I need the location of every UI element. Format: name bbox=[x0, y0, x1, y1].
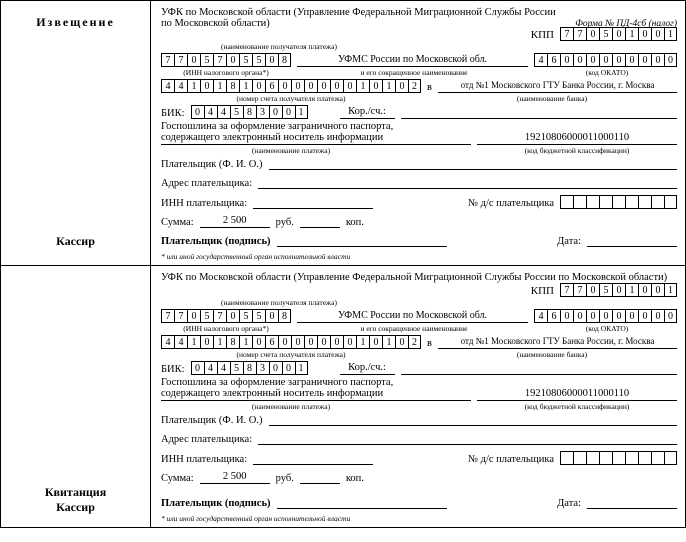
short-caption: и его сокращенное наименование bbox=[297, 68, 531, 77]
recipient-name: УФК по Московской области (Управление Фе… bbox=[161, 7, 569, 29]
kbk-value: 19210806000011000110 bbox=[477, 132, 677, 145]
payment-form: Извещение Кассир УФК по Московской облас… bbox=[0, 0, 686, 528]
kpp-boxes-2[interactable]: 770501001 bbox=[560, 283, 677, 297]
sign-field[interactable] bbox=[277, 234, 447, 247]
kpp-boxes[interactable]: 770501001 bbox=[560, 27, 677, 41]
side-panel-notice: Извещение Кассир bbox=[1, 1, 151, 265]
purpose-2: содержащего электронный носитель информа… bbox=[161, 132, 471, 145]
okato-caption: (код ОКАТО) bbox=[537, 68, 677, 77]
rub-label: руб. bbox=[276, 217, 294, 228]
sign-label: Плательщик (подпись) bbox=[161, 236, 271, 247]
kbk-caption: (код бюджетной классификации) bbox=[477, 146, 677, 155]
sum-label: Сумма: bbox=[161, 217, 194, 228]
purpose-1: Госпошлина за оформление заграничного па… bbox=[161, 121, 471, 132]
date-label: Дата: bbox=[557, 236, 581, 247]
cashier-label-2: Кассир bbox=[45, 500, 106, 515]
bank-in: в bbox=[427, 82, 432, 93]
korr-field[interactable] bbox=[401, 106, 677, 119]
payer-label: Плательщик (Ф. И. О.) bbox=[161, 159, 263, 170]
addr-field[interactable] bbox=[258, 176, 677, 189]
receipt-body: УФК по Московской области (Управление Фе… bbox=[151, 266, 685, 527]
recipient-short: УФМС России по Московской обл. bbox=[297, 54, 528, 67]
purpose-caption: (наименование платежа) bbox=[161, 146, 421, 155]
account-boxes[interactable]: 44101810600000010102 bbox=[161, 79, 421, 93]
kpp-label: КПП bbox=[531, 29, 554, 41]
payer-field[interactable] bbox=[269, 157, 678, 170]
doc-no-label: № д/с плательщика bbox=[468, 198, 554, 209]
sum-rub[interactable]: 2 500 bbox=[200, 215, 270, 228]
account-caption: (номер счета получателя платежа) bbox=[161, 94, 421, 103]
okato-boxes[interactable]: 46000000000 bbox=[534, 53, 677, 67]
inn-boxes[interactable]: 7705705508 bbox=[161, 53, 291, 67]
bank-caption: (наименование банка) bbox=[427, 94, 677, 103]
bik-boxes[interactable]: 044583001 bbox=[191, 105, 308, 119]
inn-boxes-2[interactable]: 7705705508 bbox=[161, 309, 291, 323]
bik-label: БИК: bbox=[161, 108, 185, 119]
korr-label: Кор./сч.: bbox=[340, 106, 395, 119]
recipient-name-2: УФК по Московской области (Управление Фе… bbox=[161, 272, 677, 283]
notice-body: УФК по Московской области (Управление Фе… bbox=[151, 1, 685, 265]
inn-caption: (ИНН налогового органа*) bbox=[161, 68, 291, 77]
sum-kop[interactable] bbox=[300, 215, 340, 228]
account-boxes-2[interactable]: 44101810600000010102 bbox=[161, 335, 421, 349]
notice-label: Извещение bbox=[5, 9, 146, 234]
doc-no-boxes[interactable] bbox=[560, 195, 677, 209]
cashier-label: Кассир bbox=[56, 234, 95, 257]
kpp-label-2: КПП bbox=[531, 285, 554, 297]
inn-payer-label: ИНН плательщика: bbox=[161, 198, 247, 209]
notice-section: Извещение Кассир УФК по Московской облас… bbox=[1, 1, 685, 266]
inn-payer-field[interactable] bbox=[253, 196, 373, 209]
receipt-section: Квитанция Кассир УФК по Московской облас… bbox=[1, 266, 685, 527]
footnote: * или иной государственный орган исполни… bbox=[161, 252, 677, 261]
addr-label: Адрес плательщика: bbox=[161, 178, 252, 189]
bank-name: отд №1 Московского ГТУ Банка России, г. … bbox=[438, 80, 677, 93]
okato-boxes-2[interactable]: 46000000000 bbox=[534, 309, 677, 323]
recipient-caption: (наименование получателя платежа) bbox=[161, 42, 677, 51]
kop-label: коп. bbox=[346, 217, 364, 228]
receipt-label: Квитанция bbox=[45, 485, 106, 500]
date-field[interactable] bbox=[587, 234, 677, 247]
side-panel-receipt: Квитанция Кассир bbox=[1, 266, 151, 527]
bik-boxes-2[interactable]: 044583001 bbox=[191, 361, 308, 375]
